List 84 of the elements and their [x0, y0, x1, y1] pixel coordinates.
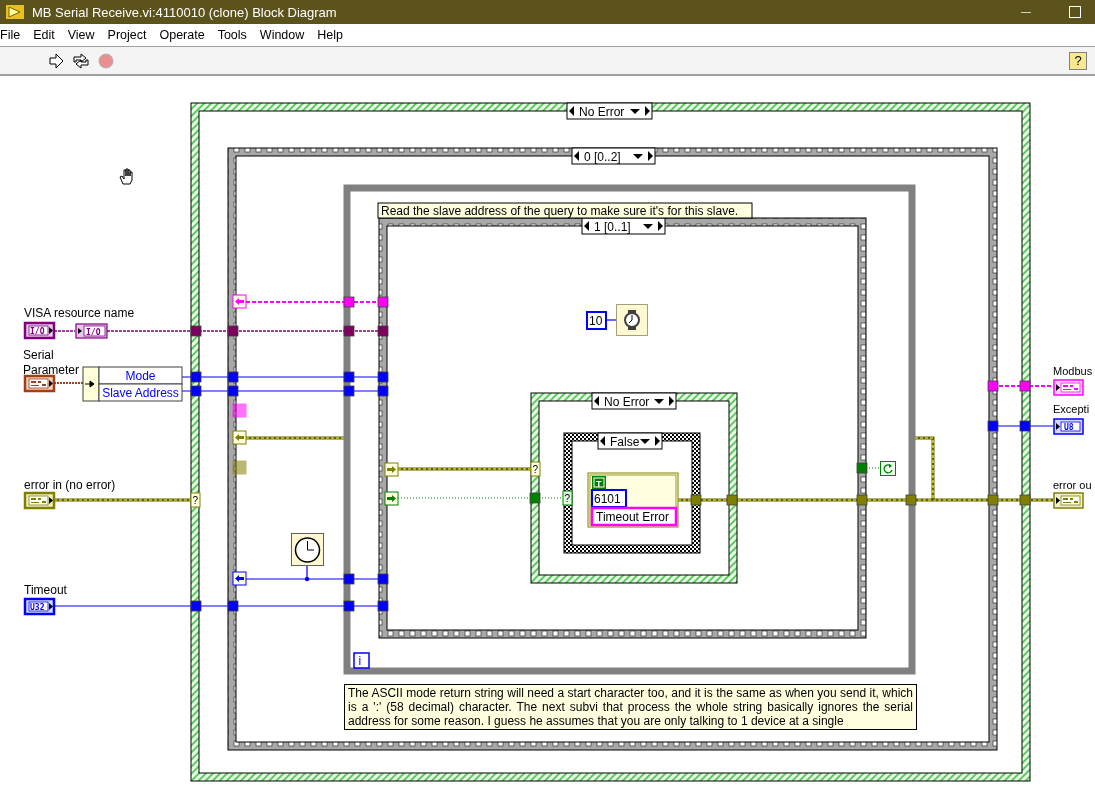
- tunnel: [377, 600, 389, 612]
- tunnel: [1019, 380, 1031, 392]
- tunnel: [377, 385, 389, 397]
- case-selector-terminal: ?: [530, 461, 541, 477]
- tunnel: [1019, 420, 1031, 432]
- menu-item[interactable]: Window: [259, 28, 311, 42]
- numeric-input-terminal: U32: [23, 597, 56, 616]
- window-title: MB Serial Receive.vi:4110010 (clone) Block Diagram: [32, 4, 337, 20]
- tunnel: [190, 385, 202, 397]
- numeric-output-terminal: U8: [1053, 418, 1084, 435]
- maximize-icon[interactable]: [1069, 6, 1081, 18]
- tunnel: [690, 494, 702, 506]
- minimize-icon[interactable]: [1021, 11, 1031, 13]
- terminal-label: Serial Parameter: [23, 348, 81, 378]
- menu-item[interactable]: View: [67, 28, 101, 42]
- tunnel: [905, 494, 917, 506]
- help-button[interactable]: ?: [1069, 51, 1087, 70]
- wait-timer-icon: [616, 304, 648, 336]
- boolean-constant: T: [592, 476, 606, 489]
- unbundle-by-name-node: [82, 366, 100, 402]
- tunnel: [377, 296, 389, 308]
- tunnel: [529, 492, 541, 504]
- case-selector-terminal: ?: [562, 490, 573, 506]
- terminal-label: Excepti: [1053, 403, 1090, 415]
- tunnel: [227, 385, 239, 397]
- terminal-label: error in (no error): [24, 478, 116, 492]
- unbundle-field: Slave Address: [98, 383, 183, 402]
- sequence-local-icon: [232, 460, 247, 475]
- tunnel: [343, 600, 355, 612]
- tunnel: [343, 371, 355, 383]
- case-selector-terminal: ?: [190, 492, 201, 508]
- sequence-local-icon: [232, 403, 247, 418]
- clock-icon: [291, 533, 324, 566]
- loop-condition-icon: [880, 461, 896, 476]
- menu-item[interactable]: File: [0, 28, 27, 42]
- case-selector[interactable]: No Error: [591, 392, 677, 410]
- comment-text: The ASCII mode return string will need a start character too, and it is the same as when you send it, which is a ':' (58 decimal) character. The next subvi that process the whole string basically ignores the serial address for some reason. I guess he assumes that you are only talking to 1 device at a single: [344, 684, 917, 730]
- run-continuously-icon[interactable]: [72, 52, 90, 69]
- tunnel: [856, 462, 868, 474]
- tunnel: [343, 385, 355, 397]
- tunnel: [190, 325, 202, 337]
- visa-constant: I/O: [75, 323, 108, 339]
- tunnel: [1019, 494, 1031, 506]
- tunnel: [343, 573, 355, 585]
- terminal-label: error ou: [1053, 479, 1092, 491]
- error-code-constant: 6101: [591, 489, 627, 508]
- menu-item[interactable]: Edit: [33, 28, 61, 42]
- menu-item[interactable]: Help: [317, 28, 350, 42]
- tunnel: [856, 494, 868, 506]
- terminal-label: VISA resource name: [24, 306, 135, 320]
- case-selector[interactable]: False: [597, 432, 663, 450]
- menu-item[interactable]: Project: [107, 28, 153, 42]
- tunnel: [227, 325, 239, 337]
- tunnel: [227, 371, 239, 383]
- menu-item[interactable]: Tools: [217, 28, 253, 42]
- numeric-constant: 10: [586, 311, 607, 330]
- tunnel: [726, 494, 738, 506]
- comment-box: Read the slave address of the query to make sure it's for this slave.: [377, 202, 753, 219]
- refnum-input-terminal: I/O: [23, 321, 56, 340]
- tunnel: [377, 573, 389, 585]
- error-source-constant: Timeout Error: [590, 506, 678, 527]
- frame-selector[interactable]: 0 [0..2]: [571, 147, 656, 165]
- hand-cursor-icon: [120, 169, 132, 184]
- cluster-input-terminal: [23, 374, 56, 393]
- error-output-terminal: [1053, 492, 1084, 509]
- tunnel: [343, 325, 355, 337]
- tunnel: [343, 296, 355, 308]
- tunnel: [190, 371, 202, 383]
- tunnel: [377, 371, 389, 383]
- wire-junction: [304, 576, 310, 582]
- loop-iteration-terminal: i: [353, 652, 370, 669]
- run-arrow-icon[interactable]: [48, 52, 64, 69]
- tunnel: [377, 325, 389, 337]
- tunnel: [227, 600, 239, 612]
- case-selector[interactable]: No Error: [566, 102, 653, 120]
- error-input-terminal: [23, 491, 56, 510]
- app-logo-icon: [6, 5, 24, 19]
- terminal-label: Modbus: [1053, 365, 1093, 377]
- tunnel: [190, 600, 202, 612]
- terminal-label: Timeout: [24, 583, 67, 597]
- tunnel: [987, 380, 999, 392]
- tunnel: [987, 420, 999, 432]
- tunnel: [987, 494, 999, 506]
- menu-item[interactable]: Operate: [159, 28, 211, 42]
